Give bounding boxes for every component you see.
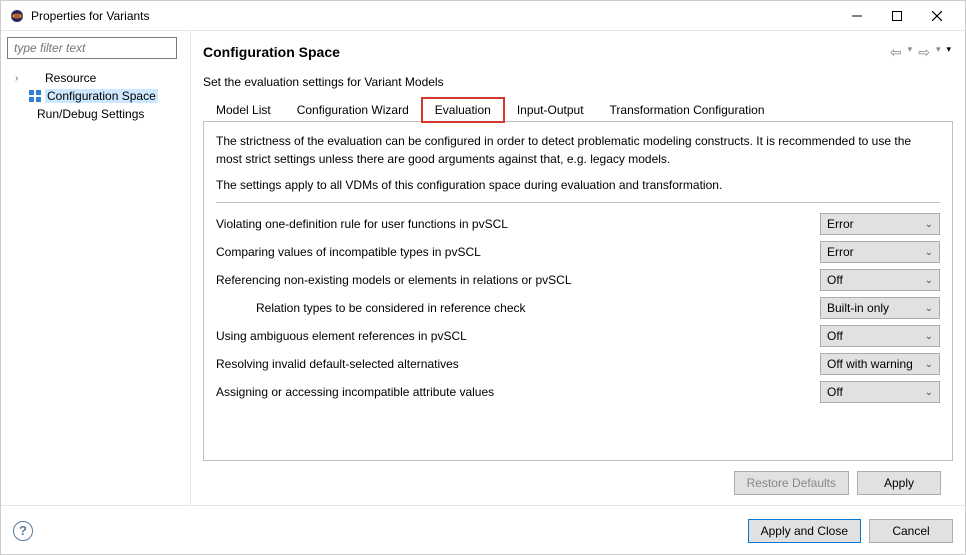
tab-evaluation[interactable]: Evaluation xyxy=(422,98,504,122)
tab-label: Model List xyxy=(216,103,271,117)
cancel-button[interactable]: Cancel xyxy=(869,519,953,543)
tree-item-resource[interactable]: › Resource xyxy=(7,69,184,87)
setting-row: Assigning or accessing incompatible attr… xyxy=(216,381,940,403)
dialog-footer: ? Apply and Close Cancel xyxy=(1,505,965,555)
setting-label: Comparing values of incompatible types i… xyxy=(216,245,820,259)
setting-combo-one-definition[interactable]: Error ⌄ xyxy=(820,213,940,235)
eclipse-icon xyxy=(9,8,25,24)
restore-defaults-button[interactable]: Restore Defaults xyxy=(734,471,849,495)
chevron-down-icon: ⌄ xyxy=(925,387,933,398)
view-menu-icon[interactable]: ▾ xyxy=(944,44,953,61)
setting-row: Referencing non-existing models or eleme… xyxy=(216,269,940,291)
setting-combo-invalid-default[interactable]: Off with warning ⌄ xyxy=(820,353,940,375)
tab-label: Input-Output xyxy=(517,103,584,117)
setting-label: Resolving invalid default-selected alter… xyxy=(216,357,820,371)
minimize-button[interactable] xyxy=(837,2,877,30)
tab-label: Transformation Configuration xyxy=(610,103,765,117)
panel-button-row: Restore Defaults Apply xyxy=(203,461,953,505)
setting-label: Relation types to be considered in refer… xyxy=(216,301,820,315)
combo-value: Off with warning xyxy=(827,357,913,371)
setting-row: Comparing values of incompatible types i… xyxy=(216,241,940,263)
maximize-button[interactable] xyxy=(877,2,917,30)
filter-input[interactable] xyxy=(7,37,177,59)
chevron-down-icon: ⌄ xyxy=(925,331,933,342)
config-space-icon xyxy=(27,88,43,104)
divider xyxy=(216,202,940,203)
chevron-down-icon: ⌄ xyxy=(925,303,933,314)
setting-row: Resolving invalid default-selected alter… xyxy=(216,353,940,375)
forward-menu-icon[interactable]: ▾ xyxy=(934,44,943,61)
combo-value: Error xyxy=(827,217,854,231)
tree-label: Run/Debug Settings xyxy=(37,107,144,121)
chevron-down-icon: ⌄ xyxy=(925,219,933,230)
tab-configuration-wizard[interactable]: Configuration Wizard xyxy=(284,98,422,122)
button-label: Cancel xyxy=(892,524,929,538)
description-2: The settings apply to all VDMs of this c… xyxy=(216,176,940,194)
chevron-down-icon: ⌄ xyxy=(925,247,933,258)
titlebar: Properties for Variants xyxy=(1,1,965,31)
help-icon[interactable]: ? xyxy=(13,521,33,541)
combo-value: Off xyxy=(827,273,843,287)
apply-and-close-button[interactable]: Apply and Close xyxy=(748,519,861,543)
tab-label: Evaluation xyxy=(435,103,491,117)
apply-button[interactable]: Apply xyxy=(857,471,941,495)
page-title: Configuration Space xyxy=(203,44,888,60)
main-panel: Configuration Space ⇦ ▾ ⇨ ▾ ▾ Set the ev… xyxy=(191,31,965,505)
description-1: The strictness of the evaluation can be … xyxy=(216,132,940,168)
sidebar: › Resource Configuration Space Run/Debug… xyxy=(1,31,191,505)
setting-combo-incompatible-attr[interactable]: Off ⌄ xyxy=(820,381,940,403)
tabs: Model List Configuration Wizard Evaluati… xyxy=(203,97,953,122)
back-icon[interactable]: ⇦ xyxy=(888,44,904,61)
button-label: Restore Defaults xyxy=(747,476,836,490)
setting-row: Relation types to be considered in refer… xyxy=(216,297,940,319)
setting-label: Assigning or accessing incompatible attr… xyxy=(216,385,820,399)
tab-transformation-configuration[interactable]: Transformation Configuration xyxy=(597,98,778,122)
forward-icon[interactable]: ⇨ xyxy=(916,44,932,61)
setting-combo-relation-types[interactable]: Built-in only ⌄ xyxy=(820,297,940,319)
tab-panel-evaluation: The strictness of the evaluation can be … xyxy=(203,122,953,461)
nav-tree: › Resource Configuration Space Run/Debug… xyxy=(7,69,184,123)
button-label: Apply xyxy=(884,476,914,490)
setting-combo-ambiguous[interactable]: Off ⌄ xyxy=(820,325,940,347)
chevron-down-icon: ⌄ xyxy=(925,275,933,286)
setting-label: Referencing non-existing models or eleme… xyxy=(216,273,820,287)
window-title: Properties for Variants xyxy=(31,9,150,23)
tab-input-output[interactable]: Input-Output xyxy=(504,98,597,122)
setting-label: Violating one-definition rule for user f… xyxy=(216,217,820,231)
setting-row: Violating one-definition rule for user f… xyxy=(216,213,940,235)
setting-combo-incompatible-types[interactable]: Error ⌄ xyxy=(820,241,940,263)
nav-arrows: ⇦ ▾ ⇨ ▾ ▾ xyxy=(888,44,953,61)
tab-label: Configuration Wizard xyxy=(297,103,409,117)
tree-item-run-debug[interactable]: Run/Debug Settings xyxy=(7,105,184,123)
tree-label: Configuration Space xyxy=(45,89,158,103)
setting-label: Using ambiguous element references in pv… xyxy=(216,329,820,343)
blank-icon xyxy=(27,70,43,86)
page-subtitle: Set the evaluation settings for Variant … xyxy=(203,75,953,89)
back-menu-icon[interactable]: ▾ xyxy=(906,44,915,61)
combo-value: Off xyxy=(827,385,843,399)
tree-item-configuration-space[interactable]: Configuration Space xyxy=(7,87,184,105)
setting-row: Using ambiguous element references in pv… xyxy=(216,325,940,347)
chevron-down-icon: ⌄ xyxy=(925,359,933,370)
combo-value: Error xyxy=(827,245,854,259)
tab-model-list[interactable]: Model List xyxy=(203,98,284,122)
tree-label: Resource xyxy=(45,71,96,85)
close-button[interactable] xyxy=(917,2,957,30)
button-label: Apply and Close xyxy=(761,524,848,538)
combo-value: Off xyxy=(827,329,843,343)
combo-value: Built-in only xyxy=(827,301,889,315)
chevron-right-icon[interactable]: › xyxy=(15,73,27,84)
setting-combo-nonexisting[interactable]: Off ⌄ xyxy=(820,269,940,291)
